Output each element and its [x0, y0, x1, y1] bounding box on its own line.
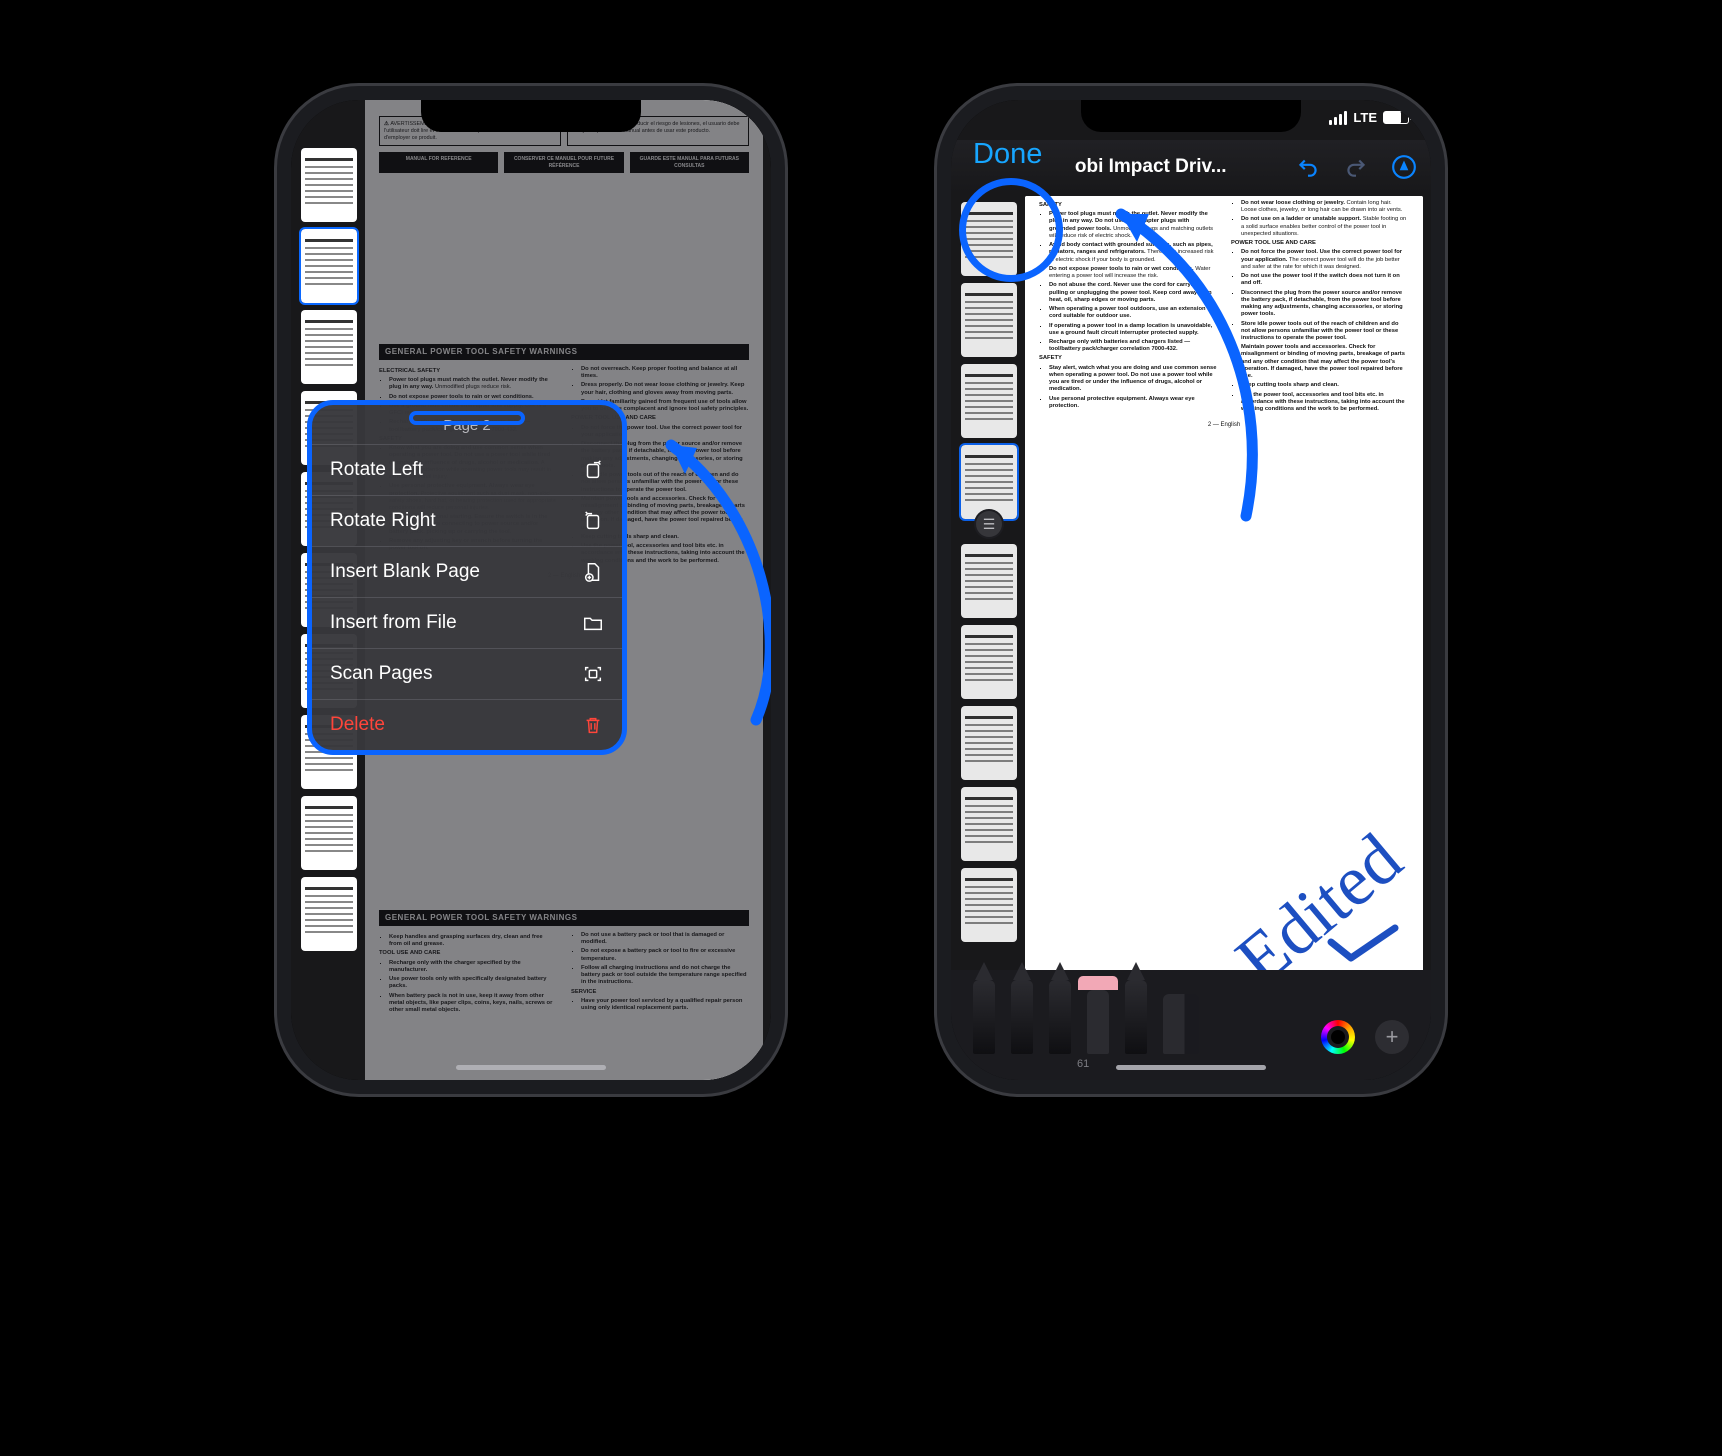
eraser-tool[interactable] — [1087, 990, 1109, 1054]
menu-scan-pages[interactable]: Scan Pages — [312, 648, 622, 699]
ruler-tool[interactable] — [1163, 994, 1199, 1054]
add-tool-button[interactable]: + — [1375, 1020, 1409, 1054]
page-thumbnail[interactable] — [961, 706, 1017, 780]
device-notch — [421, 100, 641, 132]
tool-page-label: 61 — [1077, 1058, 1089, 1070]
page-thumbnail[interactable] — [301, 148, 357, 222]
device-notch — [1081, 100, 1301, 132]
page-thumbnail[interactable] — [301, 310, 357, 384]
menu-rotate-left[interactable]: Rotate Left — [312, 444, 622, 495]
menu-delete[interactable]: Delete — [312, 699, 622, 750]
rotate-left-icon — [582, 459, 604, 481]
doc-page-footer: 2 — English — [1039, 422, 1409, 430]
folder-icon — [582, 612, 604, 634]
home-indicator — [1116, 1065, 1266, 1070]
page-thumbnail[interactable] — [961, 283, 1017, 357]
pencil-tool[interactable] — [1049, 980, 1071, 1054]
context-menu-title: Page 2 — [312, 413, 622, 444]
menu-insert-from-file[interactable]: Insert from File — [312, 597, 622, 648]
screen-right: Done obi Impact Driv... Done ☰ — [951, 100, 1431, 1080]
menu-item-label: Rotate Right — [330, 510, 436, 532]
redo-button[interactable] — [1341, 152, 1371, 182]
phone-right: LTE Done obi Impact Driv... Done — [951, 100, 1431, 1080]
home-indicator — [456, 1065, 606, 1070]
phone-left: ⚠ AVERTISSEMENT : Pour réduire les risqu… — [291, 100, 771, 1080]
done-highlight-circle — [959, 178, 1063, 282]
page-thumbnail[interactable] — [961, 625, 1017, 699]
menu-item-label: Delete — [330, 714, 385, 736]
document-title: obi Impact Driv... — [1075, 156, 1227, 178]
page-thumbnail[interactable] — [301, 796, 357, 870]
reorder-handle-icon[interactable]: ☰ — [976, 511, 1002, 537]
pen-tool[interactable] — [973, 980, 995, 1054]
marker-tool[interactable] — [1011, 980, 1033, 1054]
markup-pen-button[interactable] — [1389, 152, 1419, 182]
lasso-tool[interactable] — [1125, 980, 1147, 1054]
menu-item-label: Insert Blank Page — [330, 561, 480, 583]
page-thumbnail[interactable] — [961, 544, 1017, 618]
scan-icon — [582, 663, 604, 685]
document-view[interactable]: SAFETY Power tool plugs must match the o… — [1025, 196, 1423, 970]
menu-item-label: Rotate Left — [330, 459, 423, 481]
rotate-right-icon — [582, 510, 604, 532]
done-button[interactable]: Done — [973, 138, 1042, 171]
insert-page-icon — [582, 561, 604, 583]
markup-tool-tray: + — [951, 970, 1431, 1080]
page-thumbnail[interactable] — [961, 787, 1017, 861]
status-time — [321, 110, 325, 127]
page-thumbnail-selected[interactable] — [301, 229, 357, 303]
page-thumbnail-rail[interactable]: ☰ — [957, 196, 1021, 970]
menu-rotate-right[interactable]: Rotate Right — [312, 495, 622, 546]
status-bar-right: LTE — [1329, 110, 1409, 125]
battery-icon — [1383, 111, 1409, 124]
menu-insert-blank-page[interactable]: Insert Blank Page — [312, 546, 622, 597]
carrier-label: LTE — [1353, 110, 1377, 125]
doc-subheader-usecare: POWER TOOL USE AND CARE — [1231, 240, 1409, 247]
page-thumbnail[interactable] — [961, 364, 1017, 438]
doc-subheader-safety: SAFETY — [1039, 202, 1217, 209]
handwritten-checkmark-icon — [1327, 922, 1399, 962]
trash-icon — [582, 714, 604, 736]
cellular-signal-icon — [1329, 111, 1347, 125]
menu-item-label: Insert from File — [330, 612, 457, 634]
menu-item-label: Scan Pages — [330, 663, 432, 685]
screen-left: ⚠ AVERTISSEMENT : Pour réduire les risqu… — [291, 100, 771, 1080]
page-thumbnail[interactable] — [301, 877, 357, 951]
page-thumbnail[interactable] — [961, 868, 1017, 942]
doc-subheader-safety: SAFETY — [1039, 355, 1217, 362]
color-picker-button[interactable] — [1321, 1020, 1355, 1054]
page-thumbnail-selected[interactable]: ☰ — [961, 445, 1017, 519]
page-context-menu: Page 2 Rotate Left Rotate Right Insert B… — [307, 400, 627, 755]
undo-button[interactable] — [1293, 152, 1323, 182]
